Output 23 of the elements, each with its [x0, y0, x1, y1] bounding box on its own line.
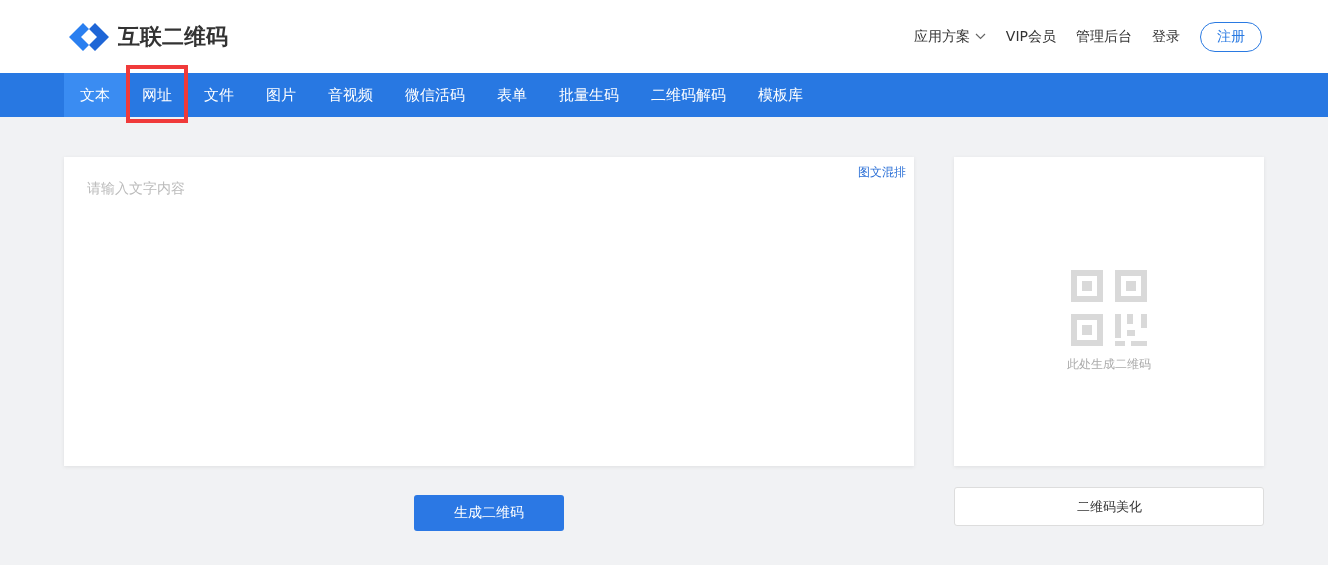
tab[interactable]: 网址 — [126, 65, 188, 123]
generate-button[interactable]: 生成二维码 — [414, 495, 564, 531]
nav-link[interactable]: 管理后台 — [1076, 27, 1132, 46]
editor-placeholder: 请输入文字内容 — [87, 180, 185, 198]
nav-link[interactable]: 登录 — [1152, 27, 1180, 46]
qr-code-icon — [1071, 270, 1147, 346]
logo-text: 互联二维码 — [118, 22, 228, 51]
nav-link[interactable]: 应用方案 — [913, 27, 986, 46]
mixed-layout-link[interactable]: 图文混排 — [858, 164, 906, 181]
tab[interactable]: 文本 — [64, 73, 126, 117]
register-button[interactable]: 注册 — [1200, 21, 1262, 52]
tab[interactable]: 批量生码 — [543, 73, 635, 117]
tab[interactable]: 音视频 — [312, 73, 389, 117]
beautify-button[interactable]: 二维码美化 — [954, 487, 1264, 526]
tab[interactable]: 模板库 — [742, 73, 819, 117]
text-editor[interactable]: 请输入文字内容 图文混排 — [64, 157, 914, 466]
tab[interactable]: 表单 — [481, 73, 543, 117]
tab[interactable]: 二维码解码 — [635, 73, 742, 117]
preview-hint: 此处生成二维码 — [1067, 356, 1151, 373]
tab[interactable]: 微信活码 — [389, 73, 481, 117]
nav-link[interactable]: VIP会员 — [1005, 27, 1056, 46]
tab[interactable]: 图片 — [250, 73, 312, 117]
tab[interactable]: 文件 — [188, 73, 250, 117]
